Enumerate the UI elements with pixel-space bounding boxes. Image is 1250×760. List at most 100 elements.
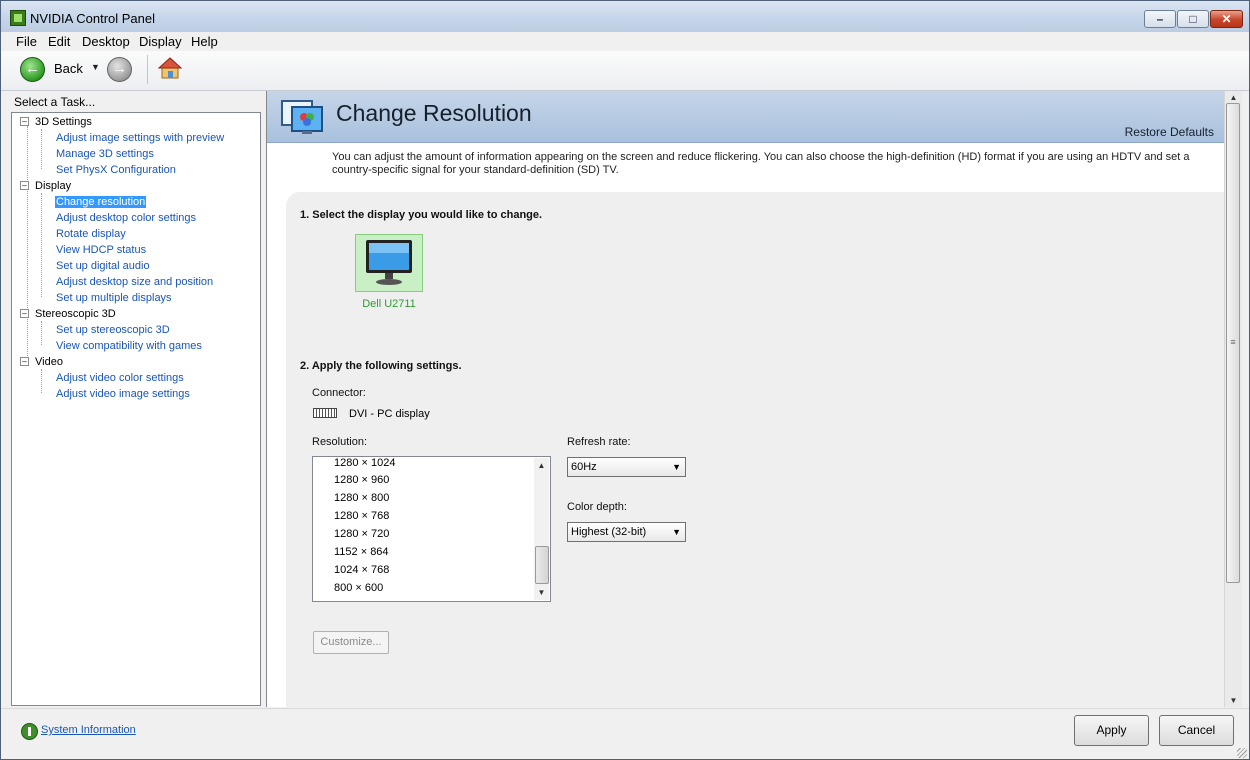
customize-button[interactable]: Customize... [313, 631, 389, 654]
menu-help[interactable]: Help [191, 34, 218, 49]
back-arrow-icon: ← [25, 60, 40, 77]
collapse-icon[interactable]: – [20, 357, 29, 366]
tree-category-display[interactable]: – Display [20, 180, 71, 192]
minimize-button[interactable]: – [1144, 10, 1176, 28]
tree-item-setup-stereoscopic-3d[interactable]: Set up stereoscopic 3D [55, 324, 171, 336]
resolution-option[interactable]: 1024 × 768 [334, 564, 389, 576]
tree-item-game-compatibility[interactable]: View compatibility with games [55, 340, 203, 352]
close-icon: ✕ [1221, 12, 1232, 26]
resolution-listbox[interactable]: 1280 × 1024 1280 × 960 1280 × 800 1280 ×… [312, 456, 551, 602]
refresh-rate-label: Refresh rate: [567, 436, 631, 448]
chevron-down-icon: ▼ [672, 462, 681, 472]
tree-item-hdcp-status[interactable]: View HDCP status [55, 244, 147, 256]
step-1-heading: 1. Select the display you would like to … [300, 209, 543, 221]
window-title: NVIDIA Control Panel [30, 11, 156, 26]
toolbar-separator [147, 55, 148, 84]
maximize-icon: □ [1189, 12, 1197, 26]
tree-category-stereoscopic-3d[interactable]: – Stereoscopic 3D [20, 308, 116, 320]
collapse-icon[interactable]: – [20, 309, 29, 318]
nvidia-app-icon [10, 10, 26, 26]
toolbar: ← Back ▼ → [1, 51, 1249, 91]
menu-file[interactable]: File [16, 34, 37, 49]
display-tile-dell-u2711[interactable] [355, 234, 423, 292]
resolution-option[interactable]: 1152 × 864 [334, 546, 389, 558]
resize-grip-icon[interactable] [1237, 748, 1247, 758]
tree-guide-line [27, 126, 28, 356]
scroll-down-icon[interactable]: ▼ [1225, 696, 1242, 705]
settings-panel: 1. Select the display you would like to … [286, 192, 1225, 707]
content-pane: Change Resolution Restore Defaults You c… [266, 91, 1225, 707]
tree-item-video-image-settings[interactable]: Adjust video image settings [55, 388, 191, 400]
scroll-up-icon[interactable]: ▲ [1225, 93, 1242, 102]
scroll-up-icon[interactable]: ▲ [534, 461, 549, 470]
color-depth-label: Color depth: [567, 501, 627, 513]
color-depth-select[interactable]: Highest (32-bit) ▼ [567, 522, 686, 542]
forward-arrow-icon: → [112, 60, 127, 77]
resolution-option[interactable]: 1280 × 1024 [334, 457, 395, 469]
content-scrollbar[interactable]: ▲ ≡ ▼ [1224, 91, 1242, 707]
footer-bar: System Information Apply Cancel [1, 708, 1249, 759]
page-description: You can adjust the amount of information… [332, 151, 1190, 176]
apply-button[interactable]: Apply [1074, 715, 1149, 746]
resolution-scrollbar[interactable]: ▲ ▼ [534, 458, 549, 600]
resolution-option[interactable]: 1280 × 960 [334, 474, 389, 486]
back-label[interactable]: Back [54, 61, 83, 76]
connector-value: DVI - PC display [349, 408, 430, 420]
tree-item-video-color-settings[interactable]: Adjust video color settings [55, 372, 185, 384]
tree-guide-line [41, 369, 42, 393]
step-2-heading: 2. Apply the following settings. [300, 360, 462, 372]
menu-display[interactable]: Display [139, 34, 182, 49]
title-bar: NVIDIA Control Panel – □ ✕ [1, 1, 1249, 32]
page-title: Change Resolution [336, 100, 532, 126]
content-scroll-thumb[interactable]: ≡ [1226, 103, 1240, 583]
collapse-icon[interactable]: – [20, 181, 29, 190]
tree-category-video[interactable]: – Video [20, 356, 63, 368]
tree-item-digital-audio[interactable]: Set up digital audio [55, 260, 151, 272]
menu-bar: File Edit Desktop Display Help [1, 32, 1249, 51]
resolution-option[interactable]: 800 × 600 [334, 582, 383, 594]
category-label: Stereoscopic 3D [35, 308, 116, 320]
resolution-option[interactable]: 1280 × 720 [334, 528, 389, 540]
tree-item-physx-configuration[interactable]: Set PhysX Configuration [55, 164, 177, 176]
chevron-down-icon: ▼ [672, 527, 681, 537]
tree-item-desktop-color-settings[interactable]: Adjust desktop color settings [55, 212, 197, 224]
resolution-option[interactable]: 1280 × 768 [334, 510, 389, 522]
refresh-rate-value: 60Hz [571, 461, 597, 473]
collapse-icon[interactable]: – [20, 117, 29, 126]
tree-item-manage-3d-settings[interactable]: Manage 3D settings [55, 148, 155, 160]
connector-label: Connector: [312, 387, 366, 399]
home-icon[interactable] [158, 56, 182, 80]
tree-item-desktop-size-position[interactable]: Adjust desktop size and position [55, 276, 214, 288]
resolution-scroll-thumb[interactable] [535, 546, 549, 584]
tree-guide-line [41, 321, 42, 345]
tree-item-rotate-display[interactable]: Rotate display [55, 228, 127, 240]
tree-item-adjust-image-settings[interactable]: Adjust image settings with preview [55, 132, 225, 144]
tree-item-change-resolution[interactable]: Change resolution [55, 196, 147, 208]
tree-item-multiple-displays[interactable]: Set up multiple displays [55, 292, 173, 304]
display-name[interactable]: Dell U2711 [347, 298, 431, 310]
back-button[interactable]: ← [20, 57, 45, 82]
forward-button[interactable]: → [107, 57, 132, 82]
minimize-icon: – [1156, 12, 1164, 26]
display-settings-icon [281, 100, 323, 134]
menu-desktop[interactable]: Desktop [82, 34, 130, 49]
tree-guide-line [41, 129, 42, 169]
restore-defaults-link[interactable]: Restore Defaults [1125, 125, 1214, 139]
refresh-rate-select[interactable]: 60Hz ▼ [567, 457, 686, 477]
back-history-dropdown-icon[interactable]: ▼ [91, 62, 100, 72]
scroll-down-icon[interactable]: ▼ [534, 588, 549, 597]
tree-guide-line [41, 193, 42, 297]
category-label: 3D Settings [35, 116, 92, 128]
color-depth-value: Highest (32-bit) [571, 526, 647, 538]
tree-category-3d-settings[interactable]: –3D Settings [20, 116, 92, 128]
menu-edit[interactable]: Edit [48, 34, 70, 49]
task-tree: –3D Settings Adjust image settings with … [11, 112, 261, 706]
system-information-link[interactable]: System Information [41, 724, 136, 736]
close-button[interactable]: ✕ [1210, 10, 1243, 28]
cancel-button[interactable]: Cancel [1159, 715, 1234, 746]
monitor-icon [366, 240, 412, 285]
category-label: Video [35, 356, 63, 368]
maximize-button[interactable]: □ [1177, 10, 1209, 28]
category-label: Display [35, 180, 72, 192]
resolution-option[interactable]: 1280 × 800 [334, 492, 389, 504]
